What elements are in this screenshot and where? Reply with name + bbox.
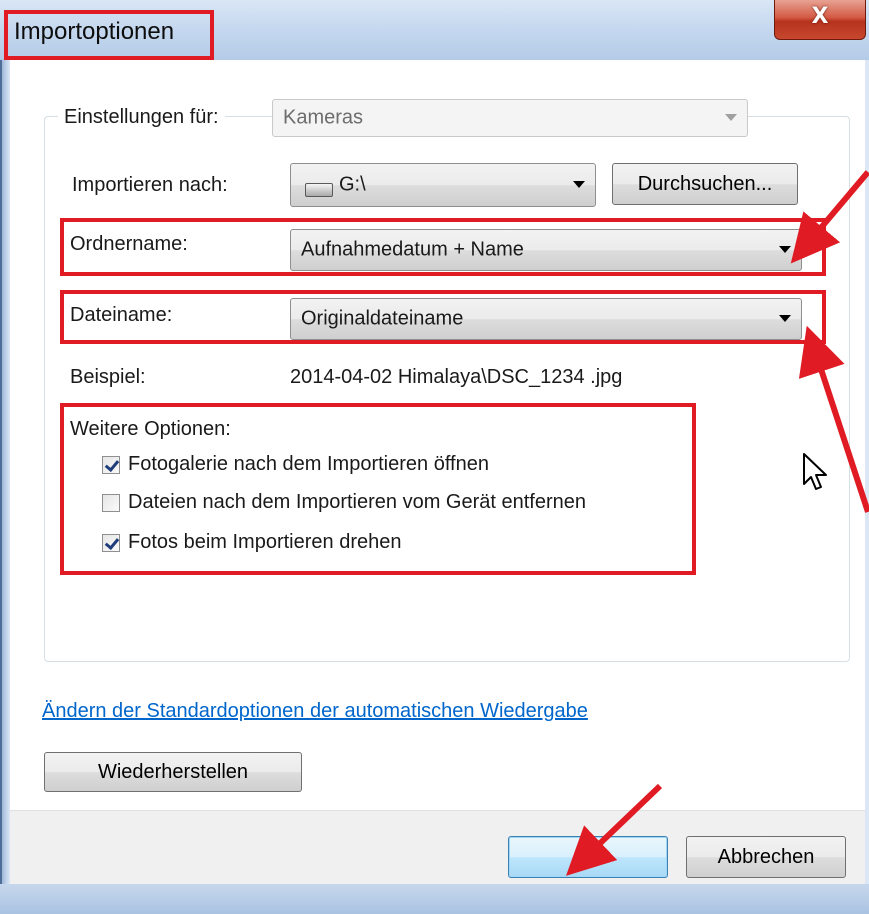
annotation-arrows bbox=[565, 170, 869, 876]
annotation-arrow-ok bbox=[565, 783, 663, 876]
annotation-arrow-folder bbox=[790, 170, 869, 264]
annotation-arrow-file bbox=[798, 325, 869, 513]
